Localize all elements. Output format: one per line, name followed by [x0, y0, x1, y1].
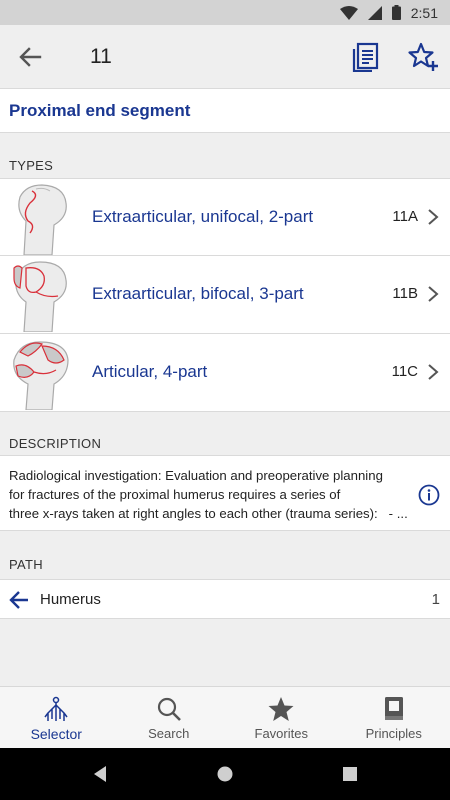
type-row-11b[interactable]: Extraarticular, bifocal, 3-part 11B — [0, 256, 450, 334]
types-header: TYPES — [9, 158, 54, 173]
arrow-left-icon — [9, 591, 28, 609]
status-bar: 2:51 — [0, 0, 450, 25]
segment-title: Proximal end segment — [9, 101, 191, 120]
back-triangle-icon[interactable] — [90, 764, 110, 784]
path-label: Humerus — [40, 591, 101, 608]
path-row-humerus[interactable]: Humerus 1 — [0, 579, 450, 619]
recents-square-icon[interactable] — [340, 764, 360, 784]
nav-search[interactable]: Search — [113, 687, 226, 748]
star-icon — [268, 697, 294, 721]
nav-label: Favorites — [254, 726, 308, 741]
wifi-icon — [339, 5, 358, 20]
fracture-11a-icon — [18, 184, 67, 255]
path-header: PATH — [9, 557, 43, 572]
star-add-icon[interactable] — [407, 41, 439, 73]
type-code: 11C — [391, 363, 418, 380]
nav-label: Principles — [365, 726, 422, 741]
description-line: three x-rays taken at right angles to ea… — [9, 506, 408, 521]
type-label: Extraarticular, unifocal, 2-part — [92, 207, 314, 226]
selector-icon — [44, 696, 68, 721]
nav-selector[interactable]: Selector — [0, 687, 113, 748]
description-text: Radiological investigation: Evaluation a… — [9, 466, 408, 523]
fracture-11c-icon — [13, 341, 69, 410]
chevron-right-icon — [428, 209, 439, 225]
book-icon — [384, 697, 403, 720]
segment-title-row: Proximal end segment — [0, 89, 450, 133]
battery-icon — [391, 5, 401, 20]
description-header: DESCRIPTION — [9, 436, 102, 451]
nav-principles[interactable]: Principles — [338, 687, 450, 748]
bottom-navigation: Selector Search Favorites Principles — [0, 686, 450, 748]
nav-label: Selector — [30, 726, 82, 742]
search-icon — [157, 697, 181, 721]
type-code: 11A — [392, 208, 418, 225]
info-icon[interactable] — [418, 484, 440, 506]
description-box[interactable]: Radiological investigation: Evaluation a… — [0, 455, 450, 531]
fracture-11b-icon — [13, 261, 67, 332]
page-title: 11 — [90, 45, 112, 68]
type-code: 11B — [392, 285, 418, 302]
nav-label: Search — [148, 726, 190, 741]
document-list-icon[interactable] — [352, 42, 380, 73]
type-row-11a[interactable]: Extraarticular, unifocal, 2-part 11A — [0, 178, 450, 256]
type-label: Extraarticular, bifocal, 3-part — [92, 284, 304, 303]
home-circle-icon[interactable] — [215, 764, 235, 784]
nav-favorites[interactable]: Favorites — [225, 687, 338, 748]
chevron-right-icon — [428, 286, 439, 302]
arrow-left-icon[interactable] — [16, 43, 44, 71]
signal-icon — [367, 5, 382, 20]
type-label: Articular, 4-part — [92, 362, 208, 381]
type-row-11c[interactable]: Articular, 4-part 11C — [0, 334, 450, 412]
system-navigation-bar — [0, 748, 450, 800]
description-line: for fractures of the proximal humerus re… — [9, 487, 341, 502]
description-line: Radiological investigation: Evaluation a… — [9, 468, 383, 483]
path-count: 1 — [431, 591, 440, 608]
chevron-right-icon — [428, 364, 439, 380]
status-time: 2:51 — [410, 4, 438, 21]
app-bar: 11 — [0, 25, 450, 89]
